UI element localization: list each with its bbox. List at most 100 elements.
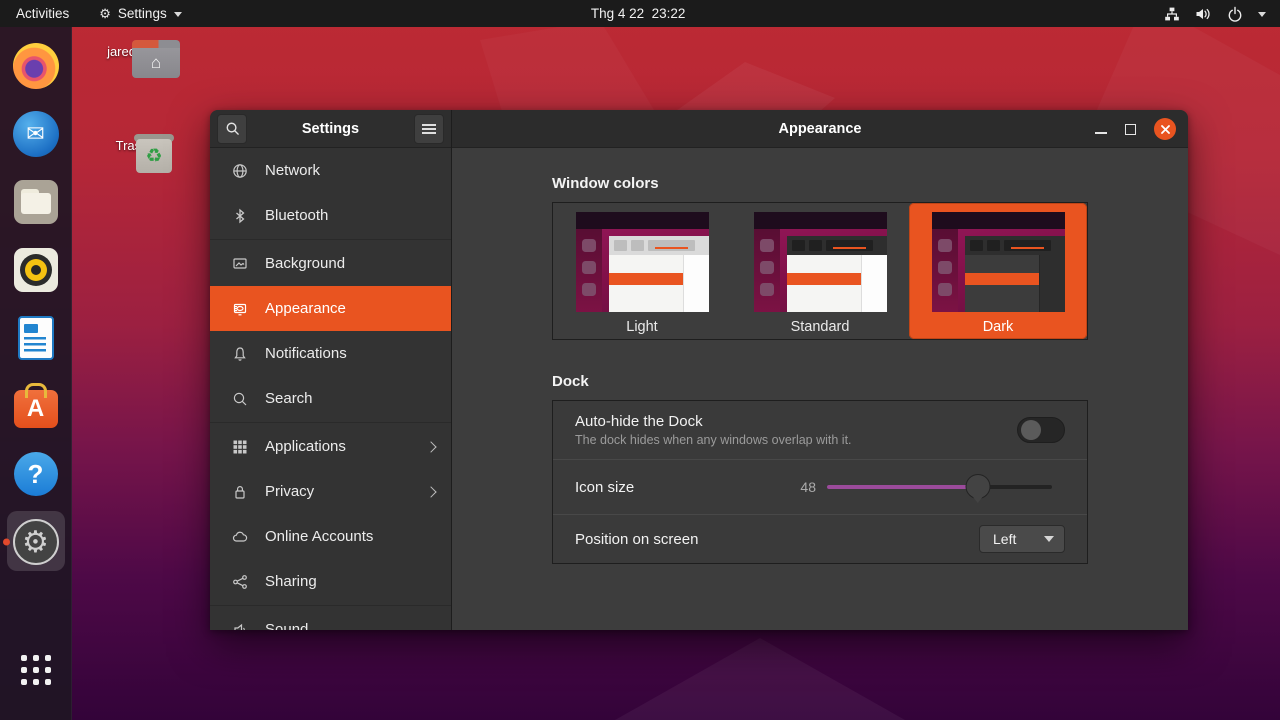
autohide-title: Auto-hide the Dock xyxy=(575,413,852,430)
sidebar-item-sound[interactable]: Sound xyxy=(210,607,451,630)
theme-label: Dark xyxy=(983,319,1014,335)
menu-button[interactable] xyxy=(414,114,444,144)
help-icon: ? xyxy=(14,452,58,496)
bell-icon xyxy=(232,346,248,362)
sidebar-item-privacy[interactable]: Privacy xyxy=(210,469,451,514)
theme-label: Standard xyxy=(791,319,850,335)
chevron-down-icon xyxy=(1258,12,1266,17)
rhythmbox-icon xyxy=(14,248,58,292)
app-menu-button[interactable]: ⚙ Settings xyxy=(99,6,181,22)
settings-sidebar: Settings Network xyxy=(210,110,452,630)
power-icon xyxy=(1227,6,1243,22)
sidebar-item-label: Notifications xyxy=(265,345,347,362)
theme-preview-standard xyxy=(754,212,887,312)
sidebar-separator xyxy=(210,605,451,606)
clock[interactable]: Thg 4 22 23:22 xyxy=(591,6,686,21)
position-row: Position on screen Left xyxy=(553,514,1087,563)
sidebar-item-label: Background xyxy=(265,255,345,272)
minimize-button[interactable] xyxy=(1095,132,1107,134)
icon-size-fill xyxy=(827,485,978,489)
sidebar-item-label: Applications xyxy=(265,438,346,455)
autohide-row: Auto-hide the Dock The dock hides when a… xyxy=(553,401,1087,459)
sidebar-item-bluetooth[interactable]: Bluetooth xyxy=(210,193,451,238)
close-icon xyxy=(1160,124,1171,135)
apps-grid-icon xyxy=(232,439,248,455)
background-icon xyxy=(232,256,248,272)
sidebar-item-notifications[interactable]: Notifications xyxy=(210,331,451,376)
speaker-icon xyxy=(232,622,248,631)
firefox-icon xyxy=(13,43,59,89)
appearance-panel: Window colors Light xyxy=(452,148,1188,630)
chevron-right-icon xyxy=(425,441,436,452)
hamburger-icon xyxy=(422,124,436,134)
sidebar-item-online-accounts[interactable]: Online Accounts xyxy=(210,514,451,559)
icon-size-label: Icon size xyxy=(575,479,634,496)
dock-item-files[interactable] xyxy=(0,168,72,236)
desktop-icon-trash[interactable]: ♻ Trash xyxy=(100,134,164,153)
sidebar-item-label: Appearance xyxy=(265,300,346,317)
dock-heading: Dock xyxy=(552,373,1088,390)
theme-preview-light xyxy=(576,212,709,312)
thunderbird-icon: ✉ xyxy=(13,111,59,157)
position-label: Position on screen xyxy=(575,531,698,548)
sidebar-title: Settings xyxy=(247,121,414,137)
close-button[interactable] xyxy=(1154,118,1176,140)
system-tray[interactable] xyxy=(1164,6,1280,22)
sidebar-item-background[interactable]: Background xyxy=(210,241,451,286)
sidebar-item-search[interactable]: Search xyxy=(210,376,451,421)
desktop-icon-home[interactable]: ⌂ jaredchu xyxy=(100,40,164,59)
position-dropdown[interactable]: Left xyxy=(979,525,1065,553)
share-icon xyxy=(232,574,248,590)
sidebar-item-appearance[interactable]: Appearance xyxy=(210,286,451,331)
app-menu-label: Settings xyxy=(118,6,167,21)
sidebar-item-applications[interactable]: Applications xyxy=(210,424,451,469)
lock-icon xyxy=(232,484,248,500)
position-value: Left xyxy=(993,531,1016,547)
dock-item-settings[interactable]: ⚙ xyxy=(0,508,72,576)
sidebar-item-label: Online Accounts xyxy=(265,528,373,545)
icon-size-handle[interactable] xyxy=(965,474,990,499)
theme-option-standard[interactable]: Standard xyxy=(731,203,909,339)
bluetooth-icon xyxy=(232,208,248,224)
theme-selector: Light Standard xyxy=(552,202,1088,340)
icon-size-slider[interactable] xyxy=(827,474,1052,500)
chevron-down-icon xyxy=(1044,536,1054,542)
sidebar-item-network[interactable]: Network xyxy=(210,148,451,193)
appearance-icon xyxy=(232,301,248,317)
autohide-subtitle: The dock hides when any windows overlap … xyxy=(575,433,852,447)
autohide-toggle[interactable] xyxy=(1017,417,1065,443)
sidebar-item-label: Bluetooth xyxy=(265,207,328,224)
sidebar-item-label: Sound xyxy=(265,621,308,630)
sidebar-item-label: Search xyxy=(265,390,313,407)
dock-item-ubuntu-software[interactable]: A xyxy=(0,372,72,440)
dock-item-help[interactable]: ? xyxy=(0,440,72,508)
toggle-knob xyxy=(1021,420,1041,440)
search-button[interactable] xyxy=(217,114,247,144)
globe-icon xyxy=(232,163,248,179)
sidebar-item-label: Privacy xyxy=(265,483,314,500)
theme-preview-dark xyxy=(932,212,1065,312)
theme-option-light[interactable]: Light xyxy=(553,203,731,339)
activities-button[interactable]: Activities xyxy=(12,6,73,21)
files-icon xyxy=(14,180,58,224)
search-icon xyxy=(232,391,248,407)
sidebar-item-sharing[interactable]: Sharing xyxy=(210,559,451,604)
dock: ✉ A ? ⚙ xyxy=(0,27,72,720)
sidebar-separator xyxy=(210,239,451,240)
show-applications-button[interactable] xyxy=(0,636,72,704)
icon-size-value: 48 xyxy=(800,479,816,495)
window-titlebar[interactable]: Appearance xyxy=(452,110,1188,148)
settings-main: Appearance Window colors xyxy=(452,110,1188,630)
maximize-button[interactable] xyxy=(1125,124,1136,135)
dock-item-rhythmbox[interactable] xyxy=(0,236,72,304)
sidebar-header[interactable]: Settings xyxy=(210,110,451,148)
dock-item-libreoffice-writer[interactable] xyxy=(0,304,72,372)
sidebar-item-label: Sharing xyxy=(265,573,317,590)
theme-option-dark[interactable]: Dark xyxy=(909,203,1087,339)
sidebar-separator xyxy=(210,422,451,423)
dock-item-firefox[interactable] xyxy=(0,32,72,100)
search-icon xyxy=(225,121,240,136)
dock-item-thunderbird[interactable]: ✉ xyxy=(0,100,72,168)
sidebar-item-label: Network xyxy=(265,162,320,179)
ubuntu-software-icon: A xyxy=(14,390,58,428)
